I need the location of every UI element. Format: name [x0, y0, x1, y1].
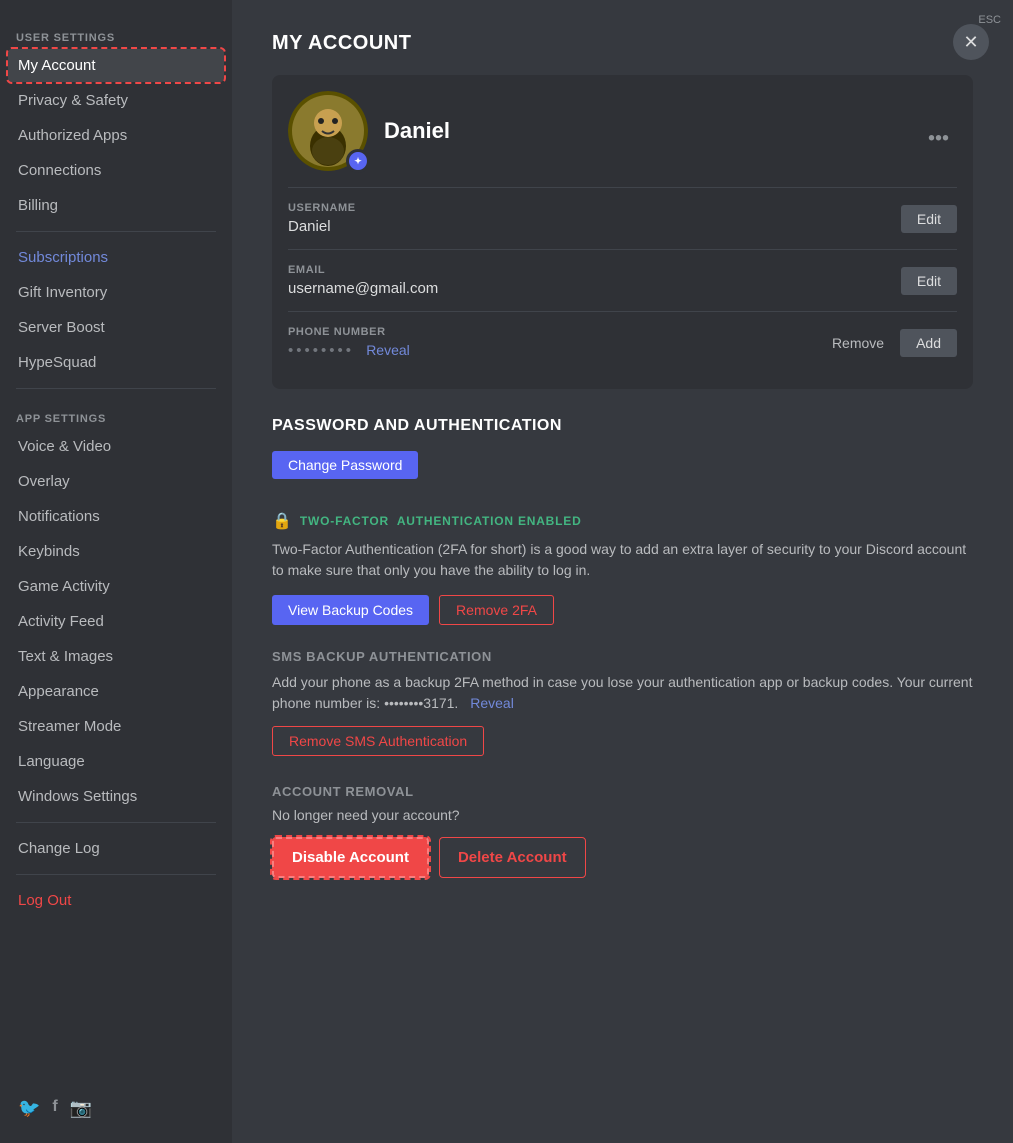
sidebar-item-connections[interactable]: Connections [8, 154, 224, 187]
sidebar-item-authorized-apps[interactable]: Authorized Apps [8, 119, 224, 152]
delete-account-button[interactable]: Delete Account [439, 837, 586, 878]
account-removal-description: No longer need your account? [272, 807, 973, 823]
sidebar-item-hypesquad[interactable]: HypeSquad [8, 346, 224, 379]
sidebar-item-notifications[interactable]: Notifications [8, 500, 224, 533]
sidebar: USER SETTINGS My Account Privacy & Safet… [0, 0, 232, 1143]
sidebar-item-keybinds[interactable]: Keybinds [8, 535, 224, 568]
phone-reveal-link[interactable]: Reveal [366, 342, 410, 358]
sidebar-item-voice-video[interactable]: Voice & Video [8, 430, 224, 463]
remove-sms-button[interactable]: Remove SMS Authentication [272, 726, 484, 756]
profile-card: ✦ Daniel ••• USERNAME Daniel Edit EMAIL … [272, 75, 973, 389]
account-removal-section: ACCOUNT REMOVAL No longer need your acco… [272, 784, 973, 878]
twofa-label: TWO-FACTOR AUTHENTICATION ENABLED [300, 514, 582, 528]
phone-masked: •••••••• [288, 342, 354, 359]
sidebar-item-windows-settings[interactable]: Windows Settings [8, 780, 224, 813]
nitro-icon: ✦ [349, 152, 367, 170]
phone-field: PHONE NUMBER •••••••• Reveal Remove Add [288, 312, 957, 373]
account-removal-title: ACCOUNT REMOVAL [272, 784, 973, 799]
instagram-icon[interactable]: 📷 [70, 1098, 92, 1119]
sidebar-item-overlay[interactable]: Overlay [8, 465, 224, 498]
email-value: username@gmail.com [288, 280, 438, 297]
disable-account-button[interactable]: Disable Account [272, 837, 429, 878]
view-backup-codes-button[interactable]: View Backup Codes [272, 595, 429, 625]
divider-4 [16, 874, 216, 875]
sms-title: SMS BACKUP AUTHENTICATION [272, 649, 973, 664]
close-area: ✕ ESC [978, 12, 1001, 26]
close-label: ESC [978, 14, 1001, 26]
profile-menu-button[interactable]: ••• [920, 124, 957, 155]
username-value: Daniel [288, 218, 356, 235]
sidebar-item-change-log[interactable]: Change Log [8, 832, 224, 865]
sidebar-item-language[interactable]: Language [8, 745, 224, 778]
sidebar-item-server-boost[interactable]: Server Boost [8, 311, 224, 344]
sidebar-item-logout[interactable]: Log Out [8, 884, 224, 917]
sidebar-item-activity-feed[interactable]: Activity Feed [8, 605, 224, 638]
facebook-icon[interactable]: f [52, 1098, 57, 1119]
twofa-description: Two-Factor Authentication (2FA for short… [272, 539, 973, 581]
nitro-badge: ✦ [346, 149, 370, 173]
divider-2 [16, 388, 216, 389]
phone-label: PHONE NUMBER [288, 326, 410, 338]
divider-1 [16, 231, 216, 232]
email-field: EMAIL username@gmail.com Edit [288, 250, 957, 312]
twitter-icon[interactable]: 🐦 [18, 1098, 40, 1119]
sidebar-item-privacy-safety[interactable]: Privacy & Safety [8, 84, 224, 117]
social-links: 🐦 f 📷 [8, 1090, 224, 1127]
lock-icon: 🔒 [272, 511, 292, 531]
user-settings-section-label: USER SETTINGS [8, 24, 224, 48]
avatar-container: ✦ [288, 91, 368, 171]
username-edit-button[interactable]: Edit [901, 205, 957, 233]
profile-name: Daniel [384, 118, 450, 144]
sidebar-item-game-activity[interactable]: Game Activity [8, 570, 224, 603]
divider-3 [16, 822, 216, 823]
email-edit-button[interactable]: Edit [901, 267, 957, 295]
password-section-title: PASSWORD AND AUTHENTICATION [272, 417, 973, 435]
main-content: ✕ ESC MY ACCOUNT [232, 0, 1013, 1143]
sidebar-item-my-account[interactable]: My Account [8, 49, 224, 82]
username-field: USERNAME Daniel Edit [288, 188, 957, 250]
account-removal-buttons: Disable Account Delete Account [272, 837, 973, 878]
email-label: EMAIL [288, 264, 438, 276]
sms-reveal-link[interactable]: Reveal [470, 695, 514, 711]
phone-remove-button[interactable]: Remove [824, 329, 892, 357]
profile-header: ✦ Daniel ••• [288, 91, 957, 188]
sidebar-item-gift-inventory[interactable]: Gift Inventory [8, 276, 224, 309]
sms-section: SMS BACKUP AUTHENTICATION Add your phone… [272, 649, 973, 756]
sidebar-item-streamer-mode[interactable]: Streamer Mode [8, 710, 224, 743]
page-title: MY ACCOUNT [272, 32, 973, 55]
phone-add-button[interactable]: Add [900, 329, 957, 357]
close-button[interactable]: ✕ [953, 24, 989, 60]
remove-2fa-button[interactable]: Remove 2FA [439, 595, 554, 625]
sidebar-item-billing[interactable]: Billing [8, 189, 224, 222]
sidebar-item-text-images[interactable]: Text & Images [8, 640, 224, 673]
sidebar-item-subscriptions[interactable]: Subscriptions [8, 241, 224, 274]
app-settings-section-label: APP SETTINGS [8, 405, 224, 429]
username-label: USERNAME [288, 202, 356, 214]
twofa-status: 🔒 TWO-FACTOR AUTHENTICATION ENABLED [272, 511, 973, 531]
sidebar-item-appearance[interactable]: Appearance [8, 675, 224, 708]
sms-description: Add your phone as a backup 2FA method in… [272, 672, 973, 714]
twofa-buttons: View Backup Codes Remove 2FA [272, 595, 973, 625]
change-password-button[interactable]: Change Password [272, 451, 418, 479]
